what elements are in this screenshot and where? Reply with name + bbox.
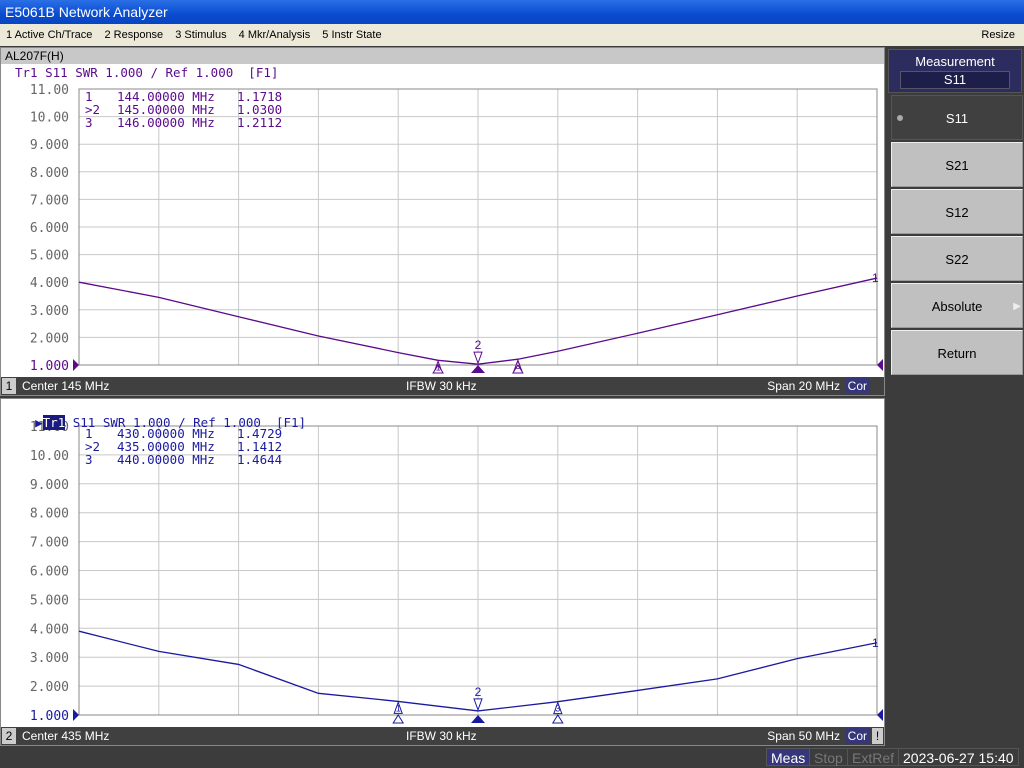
stimulus-marker-icon xyxy=(471,365,485,373)
softkey-menu-header: Measurement S11 xyxy=(888,49,1022,93)
title-bar: E5061B Network Analyzer xyxy=(0,0,1024,24)
center-frequency[interactable]: Center 435 MHz xyxy=(22,727,109,745)
y-tick-label: 1.000 xyxy=(30,709,69,724)
channel-2-chart[interactable]: 11.0010.009.0008.0007.0006.0005.0004.000… xyxy=(1,399,884,745)
y-tick-label: 6.000 xyxy=(30,221,69,236)
marker-readout-frequency: 146.00000 MHz xyxy=(117,115,215,130)
stimulus-marker-icon xyxy=(551,714,564,724)
y-tick-label: 5.000 xyxy=(30,593,69,608)
current-measurement: S11 xyxy=(900,71,1010,89)
softkey-label: Absolute xyxy=(931,299,983,314)
reference-left-arrow-icon xyxy=(73,709,79,721)
warning-indicator: ! xyxy=(872,728,883,744)
trace-end-label: 1 xyxy=(872,636,879,650)
y-tick-label: 4.000 xyxy=(30,622,69,637)
marker-readout-id: 3 xyxy=(85,452,93,467)
softkey-s11[interactable]: S11 xyxy=(891,95,1023,140)
softkey-absolute[interactable]: Absolute ▶ xyxy=(891,283,1023,328)
datetime: 2023-06-27 15:40 xyxy=(898,748,1019,766)
channel-1-window[interactable]: AL207F(H) 11.00 10.00 9.000 8.000 7.000 6.000… xyxy=(0,47,885,396)
softkey-return[interactable]: Return xyxy=(891,330,1023,375)
channel-number: 1 xyxy=(2,378,16,394)
active-marker-icon xyxy=(473,698,483,712)
resize-button[interactable]: Resize xyxy=(975,24,1018,46)
trace-header[interactable]: ▶Tr1 S11 SWR 1.000 / Ref 1.000 [F1] xyxy=(5,400,306,445)
ifbw[interactable]: IFBW 30 kHz xyxy=(406,377,477,395)
y-tick-label: 8.000 xyxy=(30,507,69,522)
stimulus-marker-icon xyxy=(392,714,405,724)
ifbw[interactable]: IFBW 30 kHz xyxy=(406,727,477,745)
y-tick-label: 10.00 xyxy=(30,111,69,126)
instrument-status-bar: Meas Stop ExtRef 2023-06-27 15:40 xyxy=(0,746,1024,768)
channel-number: 2 xyxy=(2,728,16,744)
reference-right-arrow-icon xyxy=(877,709,883,721)
y-tick-label: 9.000 xyxy=(30,138,69,153)
y-tick-label: 7.000 xyxy=(30,193,69,208)
selected-indicator-icon xyxy=(897,115,903,121)
reference-right-arrow-icon xyxy=(877,359,883,371)
marker-label: 2 xyxy=(475,338,482,352)
span[interactable]: Span 20 MHz xyxy=(767,377,840,395)
trace-header[interactable]: Tr1 S11 SWR 1.000 / Ref 1.000 [F1] xyxy=(15,65,278,80)
channel-1-status-bar: 1 Center 145 MHz IFBW 30 kHz Span 20 MHz… xyxy=(1,377,884,395)
marker-readout-value: 1.4644 xyxy=(237,452,282,467)
channel-2-window[interactable]: 11.0010.009.0008.0007.0006.0005.0004.000… xyxy=(0,398,885,746)
trace-end-label: 1 xyxy=(872,271,879,285)
y-tick-label: 9.000 xyxy=(30,478,69,493)
active-marker-icon xyxy=(473,351,483,365)
menu-instr-state[interactable]: 5 Instr State xyxy=(316,24,384,46)
channel-1-chart[interactable]: 11.00 10.00 9.000 8.000 7.000 6.000 5.000 4.000… xyxy=(1,48,884,395)
y-tick-label: 5.000 xyxy=(30,249,69,264)
active-trace-label[interactable]: Tr1 xyxy=(42,415,66,430)
extref-indicator: ExtRef xyxy=(847,748,900,766)
y-tick-label: 10.00 xyxy=(30,449,69,464)
y-tick-label: 3.000 xyxy=(30,651,69,666)
marker-label: 2 xyxy=(475,685,482,699)
menu-stimulus[interactable]: 3 Stimulus xyxy=(169,24,229,46)
y-tick-label: 6.000 xyxy=(30,565,69,580)
softkey-s12[interactable]: S12 xyxy=(891,189,1023,234)
y-tick-label: 8.000 xyxy=(30,166,69,181)
meas-indicator: Meas xyxy=(766,748,811,766)
y-tick-label: 1.000 xyxy=(30,359,69,374)
y-tick-label: 2.000 xyxy=(30,331,69,346)
softkey-panel: Measurement S11 S11 S21 S12 S22 Absolute… xyxy=(886,47,1024,746)
correction-indicator: Cor xyxy=(844,728,870,744)
trace-header-text: S11 SWR 1.000 / Ref 1.000 [F1] xyxy=(72,415,307,430)
menu-bar: 1 Active Ch/Trace 2 Response 3 Stimulus … xyxy=(0,24,1024,46)
marker-label: 3 xyxy=(515,361,520,371)
y-tick-label: 4.000 xyxy=(30,276,69,291)
marker-readout-id: 3 xyxy=(85,115,93,130)
marker-label: 3 xyxy=(555,704,560,714)
y-tick-label: 2.000 xyxy=(30,680,69,695)
stimulus-marker-icon xyxy=(471,715,485,723)
y-tick-label: 3.000 xyxy=(30,304,69,319)
marker-label: 1 xyxy=(436,362,441,372)
reference-left-arrow-icon xyxy=(73,359,79,371)
channel-2-status-bar: 2 Center 435 MHz IFBW 30 kHz Span 50 MHz… xyxy=(1,727,884,745)
softkey-s21[interactable]: S21 xyxy=(891,142,1023,187)
stop-indicator: Stop xyxy=(809,748,848,766)
menu-active-ch-trace[interactable]: 1 Active Ch/Trace xyxy=(0,24,95,46)
menu-title: Measurement xyxy=(915,54,995,69)
marker-readout-value: 1.2112 xyxy=(237,115,282,130)
submenu-arrow-icon: ▶ xyxy=(1013,301,1021,312)
correction-indicator: Cor xyxy=(844,378,870,394)
y-tick-label: 11.00 xyxy=(30,83,69,98)
marker-readout-frequency: 440.00000 MHz xyxy=(117,452,215,467)
y-tick-label: 7.000 xyxy=(30,536,69,551)
center-frequency[interactable]: Center 145 MHz xyxy=(22,377,109,395)
softkey-s22[interactable]: S22 xyxy=(891,236,1023,281)
menu-response[interactable]: 2 Response xyxy=(98,24,166,46)
span[interactable]: Span 50 MHz xyxy=(767,727,840,745)
menu-mkr-analysis[interactable]: 4 Mkr/Analysis xyxy=(233,24,314,46)
marker-label: 1 xyxy=(396,703,401,713)
softkey-label: S11 xyxy=(945,111,969,126)
